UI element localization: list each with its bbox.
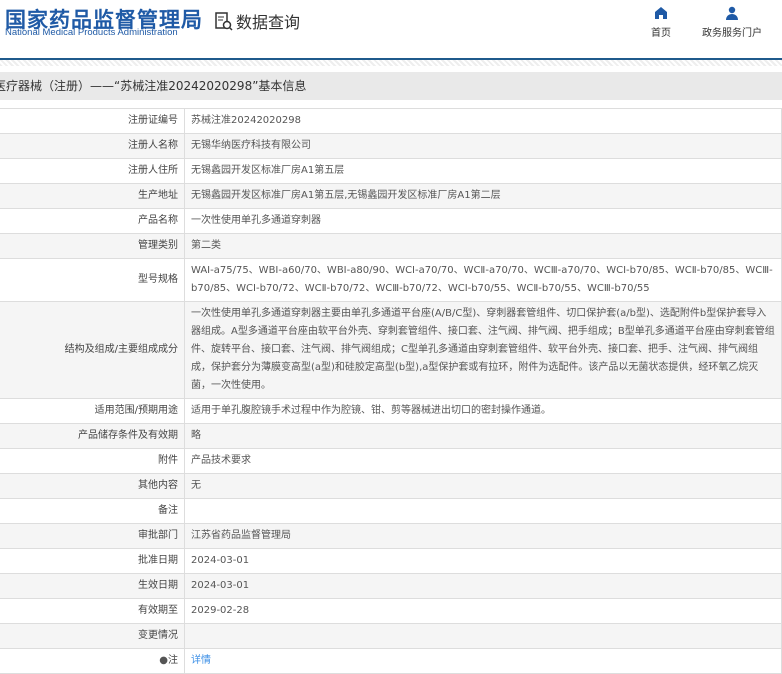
field-label: 批准日期 [0,548,185,574]
field-label: 备注 [0,498,185,524]
field-label: 其他内容 [0,473,185,499]
table-row: 有效期至 2029-02-28 [0,598,782,624]
nav-service-portal[interactable]: 政务服务门户 [700,4,764,39]
table-row: 变更情况 [0,623,782,649]
field-value: 产品技术要求 [184,448,782,474]
field-value: 2029-02-28 [184,598,782,624]
table-row: 结构及组成/主要组成成分 一次性使用单孔多通道穿刺器主要由单孔多通道平台座(A/B… [0,301,782,399]
table-row: 注册人名称 无锡华纳医疗科技有限公司 [0,133,782,159]
table-row: 附件 产品技术要求 [0,448,782,474]
field-label: 生效日期 [0,573,185,599]
detail-table: 注册证编号 苏械注准20242020298 注册人名称 无锡华纳医疗科技有限公司 注册人… [0,108,782,674]
table-row: 其他内容无 [0,473,782,499]
nav-home[interactable]: 首页 [646,4,676,39]
breadcrumb: 医疗器械（注册）——“苏械注准20242020298”基本信息 [0,72,782,100]
table-row: 生产地址 无锡蠡园开发区标准厂房A1第五层,无锡蠡园开发区标准厂房A1第二层 [0,183,782,209]
breadcrumb-text: 医疗器械（注册）——“苏械注准20242020298”基本信息 [0,79,307,93]
table-row: 型号规格 WAⅠ-a75/75、WBⅠ-a60/70、WBⅠ-a80/90、WCⅠ… [0,258,782,302]
field-value: 一次性使用单孔多通道穿刺器主要由单孔多通道平台座(A/B/C型)、穿刺器套管组件… [184,301,782,399]
section-label: 数据查询 [236,13,301,32]
field-label: 附件 [0,448,185,474]
table-row: 备注 [0,498,782,524]
user-icon [726,6,738,20]
field-label: ●注 [0,648,185,674]
field-value: 2024-03-01 [184,548,782,574]
field-value: 无 [184,473,782,499]
field-value: 适用于单孔腹腔镜手术过程中作为腔镜、钳、剪等器械进出切口的密封操作通道。 [184,398,782,424]
field-value [184,623,782,649]
field-label: 注册证编号 [0,108,185,134]
data-search-icon [215,12,233,31]
header-stripe [0,60,782,66]
field-label: 管理类别 [0,233,185,259]
field-label: 适用范围/预期用途 [0,398,185,424]
table-row: 生效日期 2024-03-01 [0,573,782,599]
site-header: 国家药品监督管理局 National Medical Products Admi… [0,0,782,58]
field-value: 江苏省药品监督管理局 [184,523,782,549]
field-label: 产品储存条件及有效期 [0,423,185,449]
nav-portal-label: 政务服务门户 [702,28,762,39]
field-value: 第二类 [184,233,782,259]
field-value [184,498,782,524]
field-value: 一次性使用单孔多通道穿刺器 [184,208,782,234]
field-value: 无锡蠡园开发区标准厂房A1第五层,无锡蠡园开发区标准厂房A1第二层 [184,183,782,209]
section-title: 数据查询 [214,9,300,33]
table-row: 产品储存条件及有效期略 [0,423,782,449]
bulb-icon: ● [159,655,168,666]
field-value: 略 [184,423,782,449]
table-row-note: ●注 详情 [0,648,782,674]
table-row: 管理类别 第二类 [0,233,782,259]
table-row: 注册人住所 无锡蠡园开发区标准厂房A1第五层 [0,158,782,184]
field-label: 生产地址 [0,183,185,209]
logo-subtitle: National Medical Products Administration [5,27,178,38]
field-value: 无锡蠡园开发区标准厂房A1第五层 [184,158,782,184]
field-label: 结构及组成/主要组成成分 [0,301,185,399]
field-label: 审批部门 [0,523,185,549]
field-label: 注册人住所 [0,158,185,184]
table-row: 适用范围/预期用途 适用于单孔腹腔镜手术过程中作为腔镜、钳、剪等器械进出切口的密封… [0,398,782,424]
table-row: 注册证编号 苏械注准20242020298 [0,108,782,134]
table-row: 审批部门 江苏省药品监督管理局 [0,523,782,549]
field-label: 变更情况 [0,623,185,649]
field-value: WAⅠ-a75/75、WBⅠ-a60/70、WBⅠ-a80/90、WCⅠ-a70… [184,258,782,302]
field-value: 苏械注准20242020298 [184,108,782,134]
field-value: 无锡华纳医疗科技有限公司 [184,133,782,159]
table-row: 产品名称 一次性使用单孔多通道穿刺器 [0,208,782,234]
details-link[interactable]: 详情 [191,655,211,666]
nav-home-label: 首页 [651,28,671,39]
field-value: 2024-03-01 [184,573,782,599]
field-label: 型号规格 [0,258,185,302]
table-row: 批准日期 2024-03-01 [0,548,782,574]
field-label: 产品名称 [0,208,185,234]
field-label: 注册人名称 [0,133,185,159]
home-icon [655,7,667,19]
field-label: 有效期至 [0,598,185,624]
note-label: 注 [168,655,178,666]
